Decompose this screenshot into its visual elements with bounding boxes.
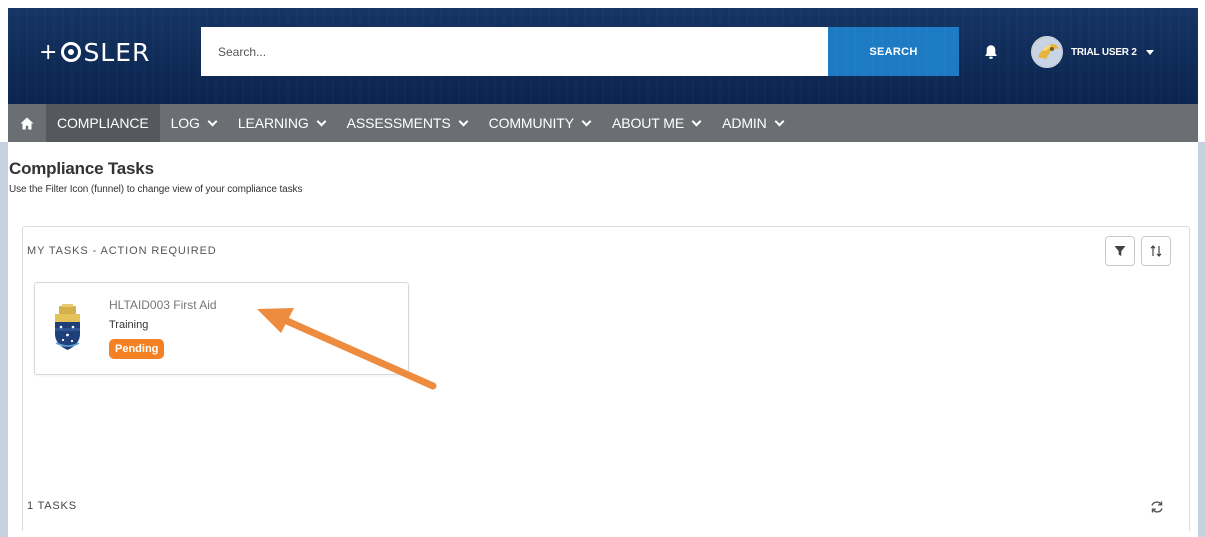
task-type: Training xyxy=(109,319,149,331)
search-input[interactable] xyxy=(201,27,828,76)
tasks-card xyxy=(22,226,1190,531)
nav-log[interactable]: LOG xyxy=(160,104,227,142)
tasks-card-title: MY TASKS - ACTION REQUIRED xyxy=(27,245,217,257)
logo-o-mark xyxy=(61,42,82,62)
nav-learning[interactable]: LEARNING xyxy=(227,104,336,142)
task-tile[interactable]: HLTAID003 First Aid Training Pending xyxy=(34,282,409,375)
right-page-margin xyxy=(1198,142,1205,537)
nav-home[interactable] xyxy=(8,104,46,142)
nav-about-me[interactable]: ABOUT ME xyxy=(601,104,711,142)
nav-compliance[interactable]: COMPLIANCE xyxy=(46,104,160,142)
search-button[interactable]: SEARCH xyxy=(828,27,959,76)
chevron-down-icon xyxy=(691,116,702,126)
chevron-down-icon xyxy=(316,116,327,126)
osler-logo[interactable]: + SLER xyxy=(39,32,150,72)
user-avatar xyxy=(1031,36,1063,68)
nav-log-label: LOG xyxy=(170,115,200,131)
logo-plus: + xyxy=(39,39,59,65)
home-icon xyxy=(20,117,34,129)
caret-down-icon xyxy=(1145,49,1154,55)
crest-icon xyxy=(55,304,80,350)
page-title: Compliance Tasks xyxy=(9,159,154,178)
funnel-icon xyxy=(1114,246,1126,256)
top-header: + SLER SEARCH TRIAL USER 2 xyxy=(8,8,1198,104)
status-badge: Pending xyxy=(109,339,165,359)
nav-community[interactable]: COMMUNITY xyxy=(478,104,601,142)
main-nav: COMPLIANCE LOG LEARNING ASSESSMENTS COMM… xyxy=(8,104,1198,142)
sort-icon xyxy=(1150,245,1162,257)
chevron-down-icon xyxy=(458,116,469,126)
logo-text: SLER xyxy=(83,37,151,67)
notification-bell-icon[interactable] xyxy=(984,44,998,60)
chevron-down-icon xyxy=(207,116,218,126)
nav-compliance-label: COMPLIANCE xyxy=(57,115,149,131)
nav-admin-label: ADMIN xyxy=(722,115,767,131)
nav-community-label: COMMUNITY xyxy=(488,115,575,131)
task-name[interactable]: HLTAID003 First Aid xyxy=(109,298,217,312)
refresh-icon[interactable] xyxy=(1148,498,1166,516)
sort-button[interactable] xyxy=(1141,236,1171,266)
nav-about-me-label: ABOUT ME xyxy=(612,115,685,131)
nav-assessments-label: ASSESSMENTS xyxy=(346,115,451,131)
nav-admin[interactable]: ADMIN xyxy=(711,104,794,142)
chevron-down-icon xyxy=(774,116,785,126)
nav-assessments[interactable]: ASSESSMENTS xyxy=(336,104,478,142)
filter-button[interactable] xyxy=(1105,236,1135,266)
chevron-down-icon xyxy=(581,116,592,126)
left-page-margin xyxy=(0,142,8,537)
user-menu[interactable]: TRIAL USER 2 xyxy=(1031,36,1154,68)
nav-learning-label: LEARNING xyxy=(237,115,309,131)
task-count: 1 TASKS xyxy=(27,500,77,512)
page-subtitle: Use the Filter Icon (funnel) to change v… xyxy=(9,184,303,195)
user-name: TRIAL USER 2 xyxy=(1071,46,1137,58)
